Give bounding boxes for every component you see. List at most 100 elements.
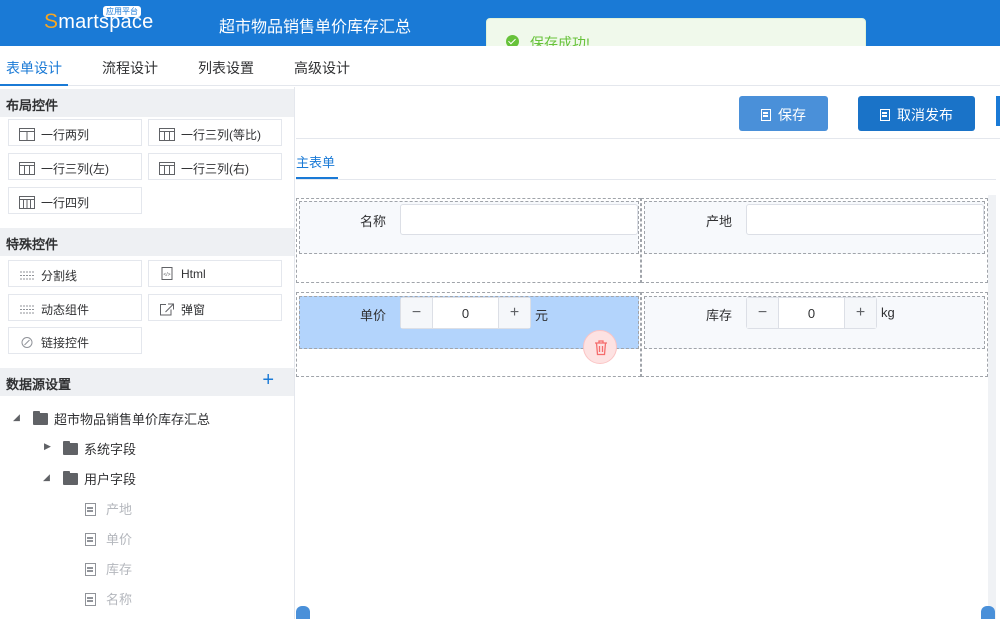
layout-controls-header: 布局控件 — [0, 89, 294, 117]
stock-unit: kg — [881, 305, 895, 320]
control-divider[interactable]: 分割线 — [8, 260, 142, 287]
trash-icon — [595, 340, 607, 356]
field-label-origin: 产地 — [706, 214, 733, 229]
field-label-name: 名称 — [360, 214, 387, 229]
columns-icon — [159, 162, 175, 175]
code-file-icon: </> — [161, 267, 173, 280]
tab-main-form[interactable]: 主表单 — [296, 152, 335, 171]
control-label: 链接控件 — [41, 336, 90, 350]
stock-stepper[interactable]: − 0 + — [746, 297, 877, 329]
divider-icon — [20, 271, 34, 280]
control-label: 一行三列(右) — [181, 162, 249, 176]
control-dynamic-component[interactable]: 动态组件 — [8, 294, 142, 321]
vertical-scrollbar[interactable] — [988, 195, 996, 619]
increment-button[interactable]: + — [844, 298, 876, 328]
field-icon — [85, 503, 96, 516]
logo-badge: 应用平台 — [103, 6, 141, 17]
control-one-row-three-cols-right[interactable]: 一行三列(右) — [148, 153, 282, 180]
control-label: 一行三列(左) — [41, 162, 109, 176]
caret-down-icon[interactable]: ◢ — [43, 472, 50, 483]
save-button[interactable]: 保存 — [739, 96, 828, 131]
folder-icon — [63, 471, 78, 485]
control-label: 一行三列(等比) — [181, 128, 261, 142]
control-label: 分割线 — [41, 269, 78, 283]
field-label-stock: 库存 — [706, 308, 733, 323]
decrement-button[interactable]: − — [747, 298, 779, 328]
tab-flow-design[interactable]: 流程设计 — [102, 58, 158, 78]
columns-icon — [19, 162, 35, 175]
tree-node-label: 系统字段 — [84, 442, 137, 457]
designer-tabs: 表单设计 流程设计 列表设置 高级设计 — [0, 46, 1000, 86]
right-panel-edge[interactable] — [996, 96, 1000, 126]
columns-icon — [159, 128, 175, 141]
control-one-row-three-cols-equal[interactable]: 一行三列(等比) — [148, 119, 282, 146]
svg-text:</>: </> — [163, 272, 170, 278]
toolbar-divider — [296, 138, 1000, 139]
unpublish-button-label: 取消发布 — [897, 107, 953, 123]
price-unit: 元 — [535, 308, 549, 323]
name-input[interactable] — [400, 204, 638, 235]
control-label: 弹窗 — [181, 303, 206, 317]
document-icon — [761, 109, 771, 121]
external-link-icon — [160, 303, 174, 316]
control-html[interactable]: </> Html — [148, 260, 282, 287]
tree-leaf-field[interactable]: 名称 — [85, 589, 132, 608]
tab-list-settings[interactable]: 列表设置 — [198, 58, 254, 78]
add-datasource-button[interactable]: + — [262, 369, 274, 392]
tree-leaf-label: 库存 — [106, 562, 133, 577]
link-icon — [21, 337, 33, 348]
resize-handle[interactable] — [296, 606, 310, 619]
tree-node-root[interactable]: 超市物品销售单价库存汇总 — [33, 409, 210, 428]
tree-node-label: 用户字段 — [84, 472, 137, 487]
control-one-row-three-cols-left[interactable]: 一行三列(左) — [8, 153, 142, 180]
increment-button[interactable]: + — [498, 298, 530, 328]
save-button-label: 保存 — [778, 107, 806, 123]
control-link[interactable]: 链接控件 — [8, 327, 142, 354]
field-icon — [85, 593, 96, 606]
field-label-price: 单价 — [360, 308, 387, 323]
sidebar: 布局控件 一行两列 一行三列(等比) 一行三列(左) 一行三列(右) 一行四列 … — [0, 87, 295, 619]
field-icon — [85, 563, 96, 576]
tree-leaf-label: 单价 — [106, 532, 133, 547]
tree-leaf-label: 名称 — [106, 592, 133, 607]
control-popup[interactable]: 弹窗 — [148, 294, 282, 321]
field-icon — [85, 533, 96, 546]
caret-right-icon[interactable]: ▶ — [44, 441, 51, 452]
app-title: 超市物品销售单价库存汇总 — [219, 19, 412, 36]
datasource-title: 数据源设置 — [6, 377, 72, 392]
control-label: Html — [181, 267, 206, 281]
tab-form-design[interactable]: 表单设计 — [6, 58, 62, 78]
caret-down-icon[interactable]: ◢ — [13, 412, 20, 423]
active-tab-indicator — [0, 84, 68, 86]
tree-leaf-field[interactable]: 产地 — [85, 499, 132, 518]
price-value[interactable]: 0 — [433, 306, 498, 321]
folder-icon — [63, 441, 78, 455]
control-one-row-two-cols[interactable]: 一行两列 — [8, 119, 142, 146]
component-icon — [20, 305, 34, 314]
columns-icon — [19, 128, 35, 141]
tree-leaf-label: 产地 — [106, 502, 133, 517]
control-one-row-four-cols[interactable]: 一行四列 — [8, 187, 142, 214]
tree-leaf-field[interactable]: 单价 — [85, 529, 132, 548]
columns-icon — [19, 196, 35, 209]
control-label: 动态组件 — [41, 303, 90, 317]
stock-value[interactable]: 0 — [779, 306, 844, 321]
resize-handle[interactable] — [981, 606, 995, 619]
tree-node-system-fields[interactable]: 系统字段 — [63, 439, 136, 458]
tree-node-user-fields[interactable]: 用户字段 — [63, 469, 136, 488]
control-label: 一行两列 — [41, 128, 90, 142]
form-tabs-border — [296, 179, 996, 180]
tab-advanced-design[interactable]: 高级设计 — [294, 58, 350, 78]
origin-input[interactable] — [746, 204, 984, 235]
folder-icon — [33, 411, 48, 425]
datasource-header: 数据源设置 + — [0, 368, 294, 396]
unpublish-button[interactable]: 取消发布 — [858, 96, 975, 131]
control-label: 一行四列 — [41, 196, 90, 210]
decrement-button[interactable]: − — [401, 298, 433, 328]
document-icon — [880, 109, 890, 121]
special-controls-header: 特殊控件 — [0, 228, 294, 256]
tree-node-label: 超市物品销售单价库存汇总 — [54, 412, 211, 427]
price-stepper[interactable]: − 0 + — [400, 297, 531, 329]
tree-leaf-field[interactable]: 库存 — [85, 559, 132, 578]
delete-field-button[interactable] — [583, 330, 617, 364]
